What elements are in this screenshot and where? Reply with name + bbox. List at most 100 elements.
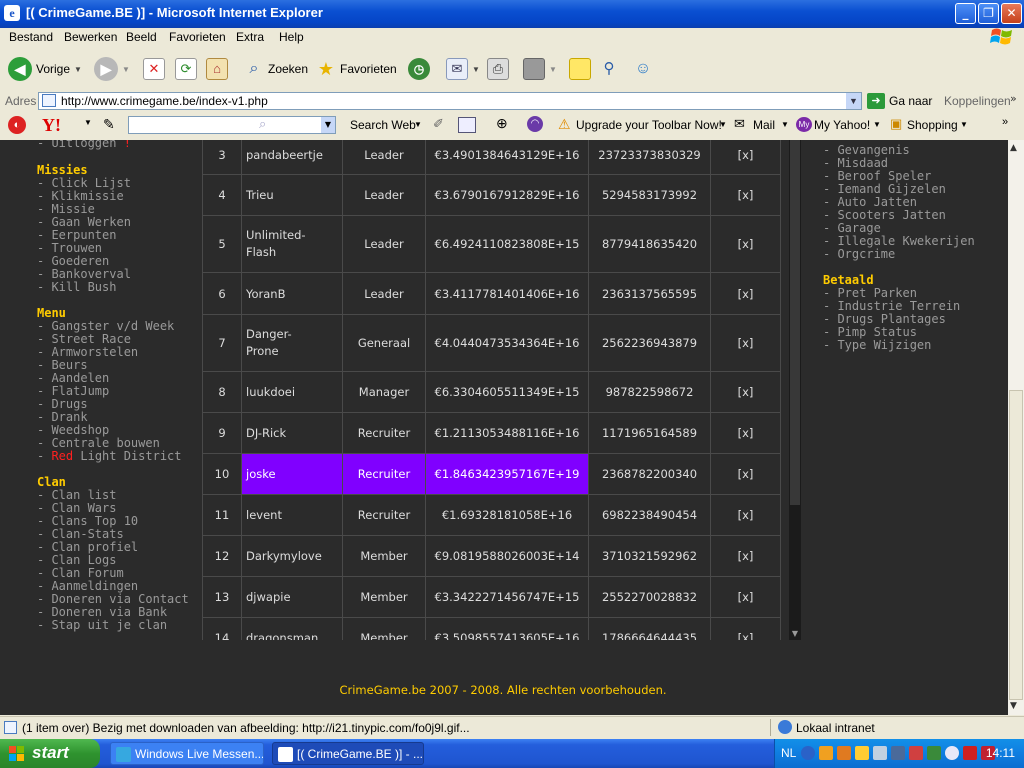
language-indicator[interactable]: NL (781, 746, 796, 760)
name-cell[interactable]: Darkymylove (241, 535, 343, 577)
maximize-button[interactable]: ❐ (978, 3, 999, 24)
tray-app-icon[interactable] (819, 746, 833, 760)
menu-bewerken[interactable]: Bewerken (64, 30, 117, 44)
address-input[interactable]: http://www.crimegame.be/index-v1.php ▼ (38, 92, 862, 110)
back-arrow-icon[interactable] (801, 746, 815, 760)
name-cell[interactable]: levent (241, 494, 343, 536)
table-scrollbar-thumb[interactable] (790, 140, 800, 505)
nav-item[interactable]: - Stap uit je clan (37, 619, 167, 632)
minimize-button[interactable]: _ (955, 3, 976, 24)
print-button[interactable]: ⎙ (487, 54, 509, 84)
antispy-icon[interactable]: ◠ (527, 116, 543, 132)
menu-extra[interactable]: Extra (236, 30, 264, 44)
tray-app-icon[interactable] (927, 746, 941, 760)
table-scrollbar[interactable]: ▼ (789, 140, 801, 640)
chevron-down-icon[interactable]: ▼ (960, 120, 968, 129)
messenger-button[interactable]: ☺ (633, 54, 653, 84)
action-link[interactable]: [x] (710, 140, 781, 175)
ati-icon[interactable] (963, 746, 977, 760)
taskbar-item-crimegame[interactable]: [( CrimeGame.BE )] - ... (272, 742, 424, 765)
menu-beeld[interactable]: Beeld (126, 30, 157, 44)
back-button[interactable]: ◀ Vorige ▼ (8, 54, 82, 84)
mail-button[interactable]: ✉ ▼ (446, 54, 480, 84)
nav-item[interactable]: - Kill Bush (37, 281, 116, 294)
name-cell[interactable]: luukdoei (241, 371, 343, 413)
yahoo-companion-icon[interactable]: ◐ (8, 116, 26, 134)
scroll-down-icon[interactable]: ▼ (789, 629, 801, 638)
tray-app-icon[interactable] (909, 746, 923, 760)
research-button[interactable]: ⚲ (599, 54, 619, 84)
page-scrollbar[interactable]: ▲ ▼ (1008, 140, 1024, 715)
messenger-tray-icon[interactable] (873, 746, 887, 760)
action-link[interactable]: [x] (710, 215, 781, 273)
name-cell[interactable]: DJ-Rick (241, 412, 343, 454)
menu-favorieten[interactable]: Favorieten (169, 30, 226, 44)
title-bar[interactable]: e [( CrimeGame.BE )] - Microsoft Interne… (0, 0, 1024, 28)
menu-help[interactable]: Help (279, 30, 304, 44)
ranking-table-frame[interactable]: 3 pandabeertje Leader €3.4901384643129E+… (202, 140, 802, 640)
close-button[interactable]: ✕ (1001, 3, 1022, 24)
name-cell[interactable]: Danger-Prone (241, 314, 343, 372)
edit-button[interactable]: ▼ (523, 54, 557, 84)
action-link[interactable]: [x] (710, 576, 781, 618)
upgrade-toolbar-link[interactable]: Upgrade your Toolbar Now! (576, 118, 722, 132)
action-link[interactable]: [x] (710, 371, 781, 413)
chevron-down-icon[interactable]: ▼ (873, 120, 881, 129)
name-cell[interactable]: pandabeertje (241, 140, 343, 175)
action-link[interactable]: [x] (710, 412, 781, 454)
notes-button[interactable] (569, 54, 591, 84)
start-button[interactable]: start (0, 739, 100, 768)
chevron-down-icon[interactable]: ▼ (719, 120, 727, 129)
page-scrollbar-thumb[interactable] (1009, 390, 1023, 700)
scroll-down-icon[interactable]: ▼ (1010, 701, 1017, 711)
chevron-down-icon[interactable]: ▼ (84, 118, 92, 127)
links-button[interactable]: Koppelingen (944, 94, 1011, 108)
action-link[interactable]: [x] (710, 494, 781, 536)
chevron-down-icon[interactable]: ▼ (321, 117, 335, 133)
pencil-icon[interactable]: ✐ (433, 116, 444, 132)
network-icon[interactable] (891, 746, 905, 760)
chevron-down-icon[interactable]: ▼ (414, 120, 422, 129)
action-link[interactable]: [x] (710, 314, 781, 372)
yahoo-logo-icon[interactable]: Y! (42, 115, 61, 136)
action-link[interactable]: [x] (710, 453, 781, 495)
search-web-button[interactable]: Search Web (350, 118, 416, 132)
name-cell[interactable]: Trieu (241, 174, 343, 216)
name-cell[interactable]: dragonsman (241, 617, 343, 640)
home-button[interactable]: ⌂ (206, 54, 228, 84)
popup-blocker-icon[interactable] (458, 117, 476, 133)
tray-app-icon[interactable] (837, 746, 851, 760)
action-link[interactable]: [x] (710, 535, 781, 577)
chevron-right-icon[interactable]: » (1002, 116, 1008, 128)
chevron-down-icon[interactable]: ▼ (781, 120, 789, 129)
left-nav-partial-item[interactable]: - Uitloggen ! (37, 140, 131, 150)
favorites-button[interactable]: ★ Favorieten (316, 54, 397, 84)
tray-app-icon[interactable] (855, 746, 869, 760)
refresh-button[interactable]: ⟳ (175, 54, 197, 84)
name-cell[interactable]: YoranB (241, 272, 343, 315)
scroll-up-icon[interactable]: ▲ (1010, 143, 1017, 153)
name-cell[interactable]: djwapie (241, 576, 343, 618)
action-link[interactable]: [x] (710, 272, 781, 315)
nav-item-red-light-district[interactable]: - Red Light District (37, 450, 182, 463)
nav-item[interactable]: - Type Wijzigen (823, 339, 931, 352)
search-button[interactable]: ⌕ Zoeken (244, 54, 309, 84)
pencil-icon[interactable]: ✎ (103, 116, 115, 133)
bluetooth-icon[interactable] (945, 746, 959, 760)
action-link[interactable]: [x] (710, 617, 781, 640)
menu-bestand[interactable]: Bestand (9, 30, 53, 44)
history-button[interactable]: ◷ (408, 54, 430, 84)
name-cell[interactable]: joske (241, 453, 343, 495)
nav-item[interactable]: - Orgcrime (823, 248, 895, 261)
taskbar-item-messenger[interactable]: Windows Live Messen... (110, 742, 264, 765)
stop-button[interactable]: ✕ (143, 54, 165, 84)
my-yahoo-link[interactable]: My Yahoo! (814, 118, 870, 132)
name-cell[interactable]: Unlimited-Flash (241, 215, 343, 273)
globe-icon[interactable]: ⊕ (496, 115, 508, 132)
go-button[interactable]: ➜ Ga naar (867, 92, 932, 110)
forward-button[interactable]: ▶ ▼ (94, 54, 130, 84)
chevron-right-icon[interactable]: » (1010, 92, 1017, 105)
yahoo-mail-link[interactable]: Mail (753, 118, 775, 132)
yahoo-search-input[interactable]: ⌕ ▼ (128, 116, 336, 134)
action-link[interactable]: [x] (710, 174, 781, 216)
